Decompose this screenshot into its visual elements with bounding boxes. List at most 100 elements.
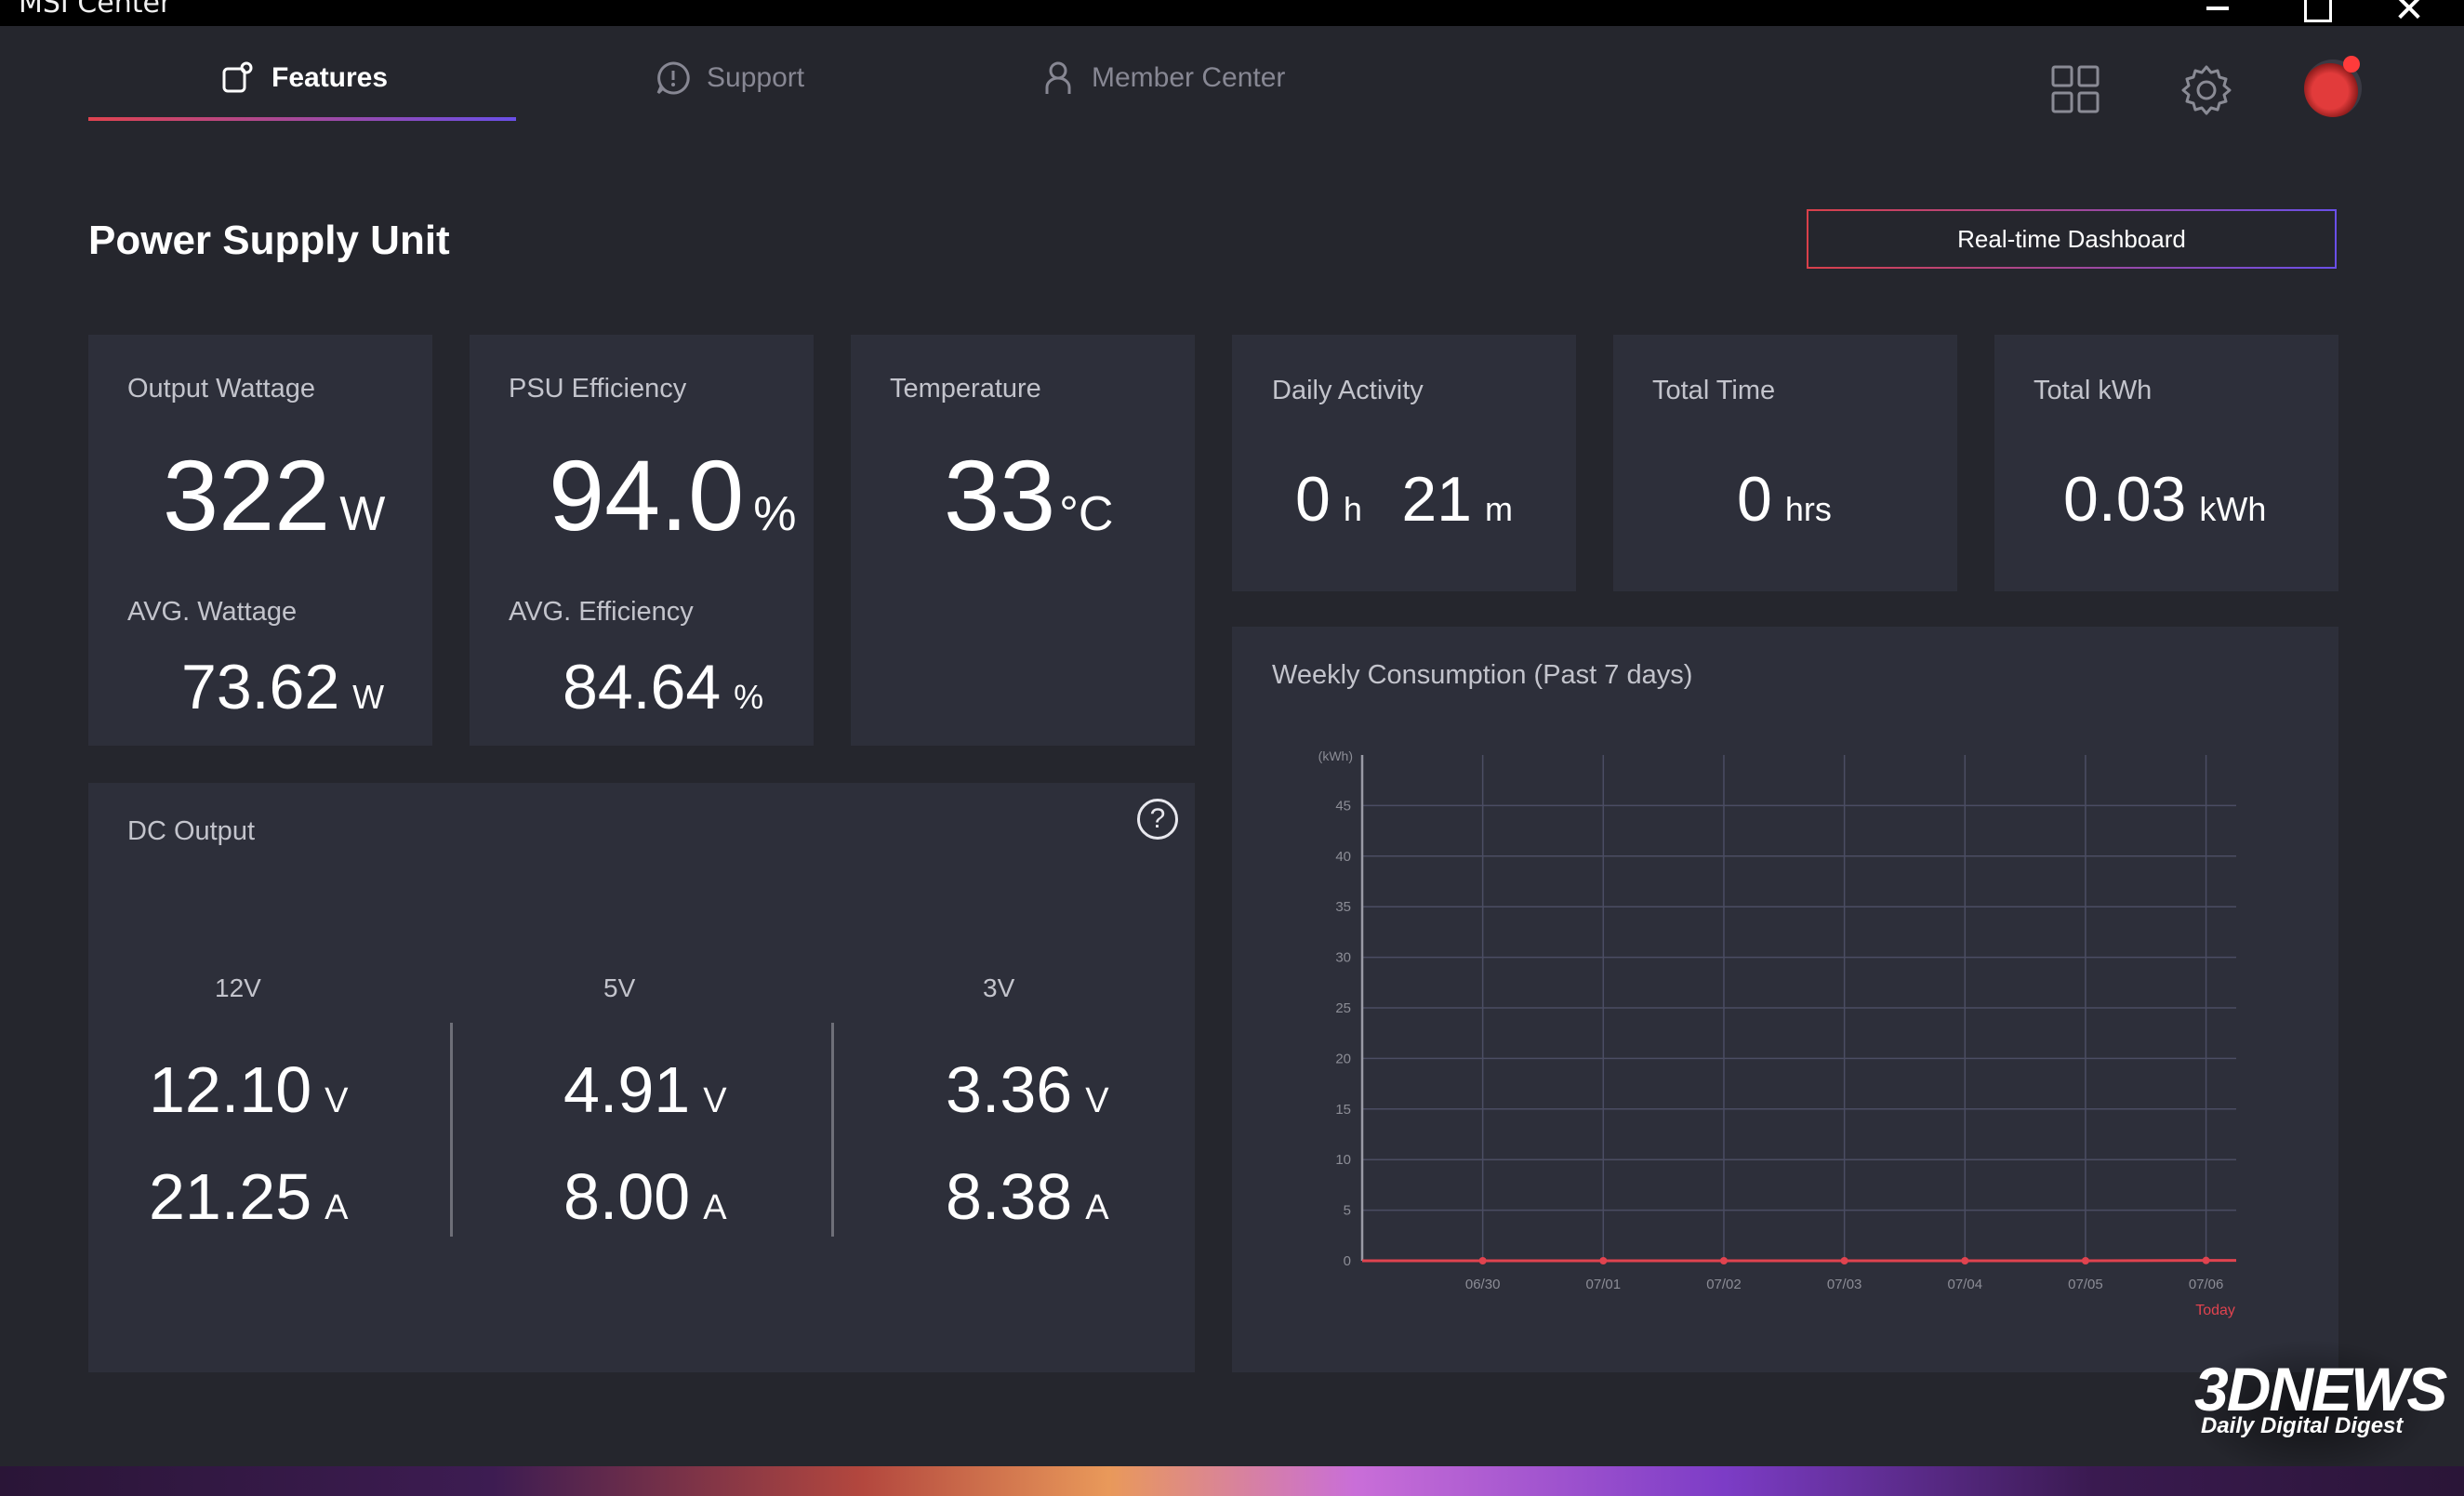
- value-number: 0.03: [2063, 464, 2187, 535]
- apps-grid-icon[interactable]: [2051, 65, 2100, 113]
- y-tick-label: 10: [1335, 1152, 1351, 1168]
- card-label: Output Wattage: [127, 374, 316, 404]
- card-label: Total Time: [1652, 376, 1776, 405]
- daily-activity-card: Daily Activity 0h 21 m: [1232, 335, 1576, 591]
- value-unit: V: [325, 1081, 349, 1120]
- value-number: 21.25: [149, 1160, 312, 1233]
- value-number: 8.00: [563, 1160, 691, 1233]
- value-unit: A: [1085, 1188, 1109, 1227]
- data-point: [1840, 1257, 1848, 1264]
- desktop-wallpaper-strip: [0, 1466, 2464, 1496]
- minimize-button[interactable]: [2185, 0, 2250, 26]
- value-unit: A: [703, 1188, 727, 1227]
- value-number: 0: [1737, 464, 1772, 535]
- y-tick-label: 45: [1335, 798, 1351, 814]
- value-number: 94.0: [549, 439, 745, 551]
- close-button[interactable]: ✕: [2377, 0, 2442, 28]
- divider: [831, 1023, 834, 1237]
- hours-number: 0: [1295, 464, 1331, 535]
- temperature-value: 33°C: [944, 437, 1114, 553]
- data-point: [1599, 1257, 1608, 1264]
- rail-12v-voltage: 12.10 V: [149, 1052, 349, 1127]
- tab-features[interactable]: Features: [219, 58, 388, 99]
- value-unit: kWh: [2199, 490, 2267, 528]
- rail-3v-label: 3V: [983, 973, 1015, 1002]
- value-number: 322: [163, 439, 331, 551]
- today-label: Today: [2195, 1303, 2235, 1318]
- y-tick-label: 35: [1335, 899, 1351, 915]
- y-tick-label: 0: [1344, 1253, 1351, 1269]
- member-icon: [1045, 61, 1071, 94]
- value-number: 3.36: [946, 1053, 1073, 1126]
- y-tick-label: 15: [1335, 1102, 1351, 1118]
- value-number: 8.38: [946, 1160, 1073, 1233]
- avg-label: AVG. Wattage: [127, 597, 298, 627]
- realtime-dashboard-button[interactable]: Real-time Dashboard: [1807, 209, 2337, 269]
- value-number: 12.10: [149, 1053, 312, 1126]
- weekly-consumption-chart: 0 5 10 15 20 25 30 35 40 45 (kWh) 06/30 07/01 07/02 07…: [1318, 748, 2236, 1318]
- support-icon: [656, 61, 690, 95]
- minutes-number: 21: [1401, 464, 1472, 535]
- card-label: DC Output: [127, 816, 255, 846]
- rail-3v-current: 8.38 A: [946, 1159, 1109, 1234]
- x-tick-label: 07/02: [1706, 1277, 1742, 1292]
- value-number: 84.64: [563, 652, 722, 722]
- rail-5v-current: 8.00 A: [563, 1159, 727, 1234]
- tab-label: Features: [272, 62, 389, 93]
- value-unit: %: [753, 487, 797, 541]
- tab-label: Member Center: [1092, 62, 1286, 93]
- tab-label: Support: [707, 62, 805, 93]
- avg-label: AVG. Efficiency: [509, 597, 694, 627]
- avg-efficiency-value: 84.64%: [563, 651, 763, 723]
- card-label: PSU Efficiency: [509, 374, 687, 404]
- value-unit: W: [352, 678, 385, 716]
- minutes-unit: m: [1484, 490, 1513, 528]
- rail-12v-label: 12V: [215, 973, 261, 1002]
- gear-icon[interactable]: [2179, 63, 2233, 117]
- value-unit: hrs: [1784, 490, 1832, 528]
- total-time-value: 0 hrs: [1737, 463, 1832, 536]
- value-unit: V: [1085, 1081, 1109, 1120]
- value-unit: A: [325, 1188, 349, 1227]
- card-label: Temperature: [890, 374, 1041, 404]
- active-tab-indicator: [88, 117, 516, 121]
- rail-5v-label: 5V: [603, 973, 636, 1002]
- card-label: Total kWh: [2033, 376, 2153, 405]
- psu-efficiency-card: PSU Efficiency 94.0% AVG. Efficiency 84.…: [470, 335, 814, 746]
- card-label: Daily Activity: [1272, 376, 1424, 405]
- data-point: [2202, 1256, 2210, 1264]
- value-number: 33: [944, 439, 1056, 551]
- total-kwh-value: 0.03 kWh: [2063, 463, 2266, 536]
- rail-12v-current: 21.25 A: [149, 1159, 349, 1234]
- value-unit: V: [703, 1081, 727, 1120]
- features-icon: [222, 61, 253, 93]
- tab-member-center[interactable]: Member Center: [1040, 58, 1285, 99]
- maximize-button[interactable]: [2283, 0, 2348, 26]
- temperature-card: Temperature 33°C: [851, 335, 1195, 746]
- notification-dot: [2343, 56, 2360, 73]
- app-title: MSI Center: [19, 0, 172, 20]
- tab-support[interactable]: Support: [655, 58, 804, 99]
- data-point: [1478, 1257, 1487, 1264]
- watermark-subtitle: Daily Digital Digest: [2201, 1413, 2404, 1438]
- divider: [450, 1023, 453, 1237]
- daily-activity-value: 0h 21 m: [1295, 463, 1513, 536]
- page-title: Power Supply Unit: [88, 218, 450, 263]
- y-tick-label: 40: [1335, 849, 1351, 865]
- data-point: [1961, 1257, 1969, 1264]
- output-wattage-value: 322 W: [163, 437, 385, 553]
- output-wattage-card: Output Wattage 322 W AVG. Wattage 73.62 W: [88, 335, 432, 746]
- x-tick-label: 06/30: [1465, 1277, 1501, 1292]
- hours-unit: h: [1343, 490, 1362, 528]
- x-tick-label: 07/05: [2068, 1277, 2103, 1292]
- total-time-card: Total Time 0 hrs: [1613, 335, 1957, 591]
- value-unit: %: [734, 678, 764, 716]
- avg-wattage-value: 73.62 W: [181, 651, 384, 723]
- y-tick-label: 5: [1344, 1203, 1351, 1219]
- y-tick-label: 25: [1335, 1000, 1351, 1016]
- y-tick-label: 30: [1335, 950, 1351, 966]
- help-icon[interactable]: ?: [1137, 799, 1178, 840]
- psu-efficiency-value: 94.0%: [549, 437, 796, 553]
- value-number: 73.62: [181, 652, 340, 722]
- rail-3v-voltage: 3.36 V: [946, 1052, 1109, 1127]
